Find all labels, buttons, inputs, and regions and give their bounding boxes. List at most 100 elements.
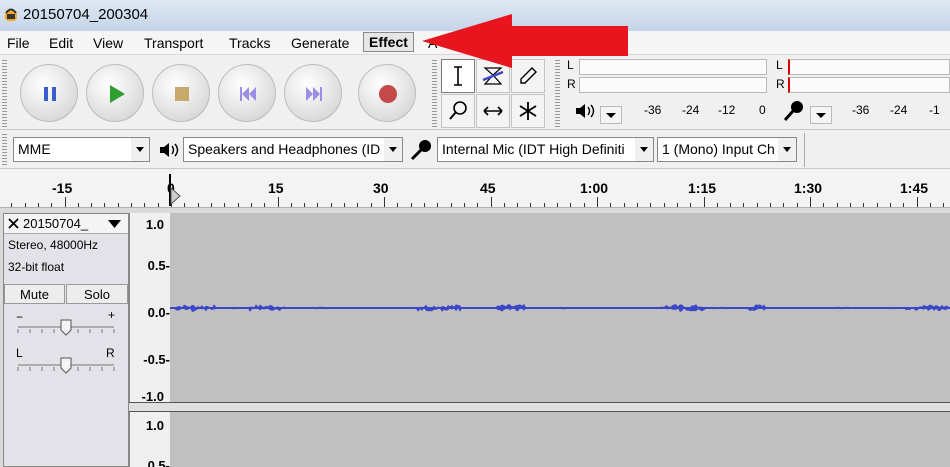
audacity-logo-icon [5,8,17,21]
rec-meter-right-label: R [776,77,785,91]
playhead-icon[interactable] [166,172,182,208]
timeline-tick [943,203,945,207]
timeline-label: -15 [52,180,73,196]
play-scale-24: -24 [682,103,700,117]
timeline-tick [423,203,425,207]
skip-start-icon [240,87,256,101]
menu-effect[interactable]: Effect [363,32,414,52]
track-format: Stereo, 48000Hz [8,238,99,252]
menu-generate[interactable]: Generate [287,34,353,52]
waveform-channel-right[interactable] [170,412,950,467]
timeline-tick [676,203,678,207]
toolbar-grip[interactable] [2,60,7,128]
timeline-tick [450,203,452,207]
rec-scale-36: -36 [852,103,870,117]
timeline-tick [756,203,758,207]
timeline-tick [876,203,878,207]
play-scale-12: -12 [718,103,736,117]
timeline-tick [197,203,199,207]
menu-view[interactable]: View [89,34,127,52]
track-menu-dropdown-icon[interactable] [108,219,121,229]
record-icon [379,85,397,103]
audio-host-select[interactable]: MME [13,137,150,162]
timeline-tick [849,203,851,207]
play-button[interactable] [86,64,144,122]
timeline-tick [237,203,239,207]
rec-meter-left-label: L [776,58,783,72]
waveform-left [170,304,950,312]
time-shift-tool[interactable] [476,94,510,128]
amplitude-ruler: 1.0 0.5- 0.0- -0.5- -1.0 1.0 0.5- [129,213,170,467]
timeline-tick [344,203,346,207]
timeline-tick [370,203,372,207]
skip-to-start-button[interactable] [218,64,276,122]
timeline-tick [810,197,811,207]
timeline-tick [477,203,479,207]
timeline-tick [623,203,625,207]
waveform-channel-left[interactable] [170,213,950,402]
multi-tool[interactable] [511,94,545,128]
track-control-panel: 20150704_ Stereo, 48000Hz 32-bit float M… [3,213,129,467]
play-meter-right-label: R [567,77,576,91]
menu-file[interactable]: File [3,34,34,52]
timeline-tick [597,197,598,207]
record-meter-right[interactable] [788,77,950,93]
playback-meter-right[interactable] [579,77,767,93]
skip-end-icon [306,87,322,101]
timeline-tick [357,203,359,207]
menu-tracks[interactable]: Tracks [225,34,274,52]
record-button[interactable] [358,64,416,122]
input-device-select[interactable]: Internal Mic (IDT High Definiti [437,137,654,162]
menu-transport[interactable]: Transport [140,34,207,52]
timeline-tick [716,203,718,207]
timeline-tick [24,203,26,207]
menu-edit[interactable]: Edit [45,34,77,52]
timeline-tick [184,203,186,207]
timeline-tick [703,197,705,207]
output-device-select[interactable]: Speakers and Headphones (ID [183,137,403,162]
timeline-ruler[interactable]: -15 0 15 30 45 1:00 1:15 1:30 1:45 [0,170,950,208]
gain-slider[interactable] [16,318,116,336]
microphone-icon[interactable] [782,99,806,123]
timeline-label: 1:45 [900,180,929,196]
timeline-tick [277,197,279,207]
zoom-tool[interactable] [441,94,475,128]
timeline-tick [770,203,772,207]
timeline-tick [290,203,292,207]
close-icon[interactable] [7,217,20,230]
annotation-arrow-icon [422,14,628,68]
timeline-tick [397,203,399,207]
timeline-tick [144,203,146,207]
record-meter-left[interactable] [788,59,950,75]
ruler-label: 0.0- [147,305,170,320]
timeline-tick [210,203,212,207]
chevron-down-icon [778,138,796,161]
skip-to-end-button[interactable] [284,64,342,122]
playback-dropdown-icon[interactable] [600,106,622,124]
timeline-tick [304,203,306,207]
solo-button[interactable]: Solo [66,284,128,304]
rec-scale-24: -24 [890,103,908,117]
input-channels-select[interactable]: 1 (Mono) Input Ch [657,137,797,162]
track-name-header[interactable]: 20150704_ [4,214,128,234]
track-area: 20150704_ Stereo, 48000Hz 32-bit float M… [0,208,950,467]
timeline-tick [11,203,13,207]
speaker-icon[interactable] [574,101,596,121]
timeline-tick [650,203,652,207]
timeline-tick [490,197,492,207]
timeline-tick [743,203,745,207]
meter-grip[interactable] [555,60,560,128]
stop-button[interactable] [152,64,210,122]
device-grip[interactable] [2,134,7,166]
timeline-tick [517,203,519,207]
mute-button[interactable]: Mute [4,284,65,304]
record-dropdown-icon[interactable] [810,106,832,124]
output-device-value: Speakers and Headphones (ID [188,141,381,157]
pause-button[interactable] [20,64,78,122]
play-scale-36: -36 [644,103,662,117]
stop-icon [175,87,189,101]
timeline-label: 45 [480,180,496,196]
tools-grip[interactable] [432,60,437,128]
pan-slider[interactable] [16,356,116,374]
channel-separator [129,402,950,412]
